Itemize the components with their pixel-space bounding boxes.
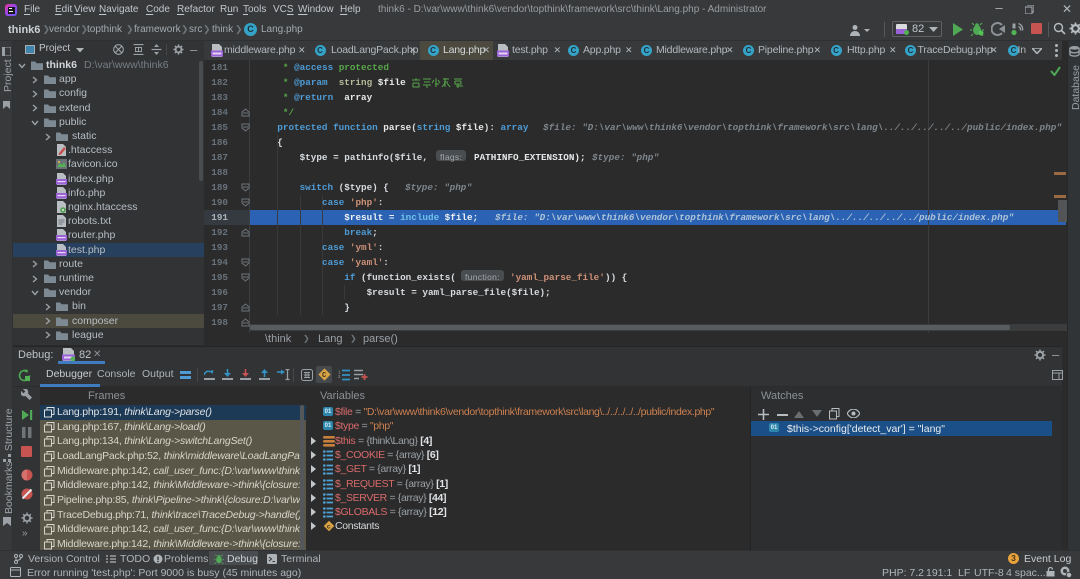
svg-text:c: c: [327, 524, 331, 531]
svg-text:2: 2: [338, 374, 341, 379]
svg-text:C: C: [322, 372, 326, 380]
